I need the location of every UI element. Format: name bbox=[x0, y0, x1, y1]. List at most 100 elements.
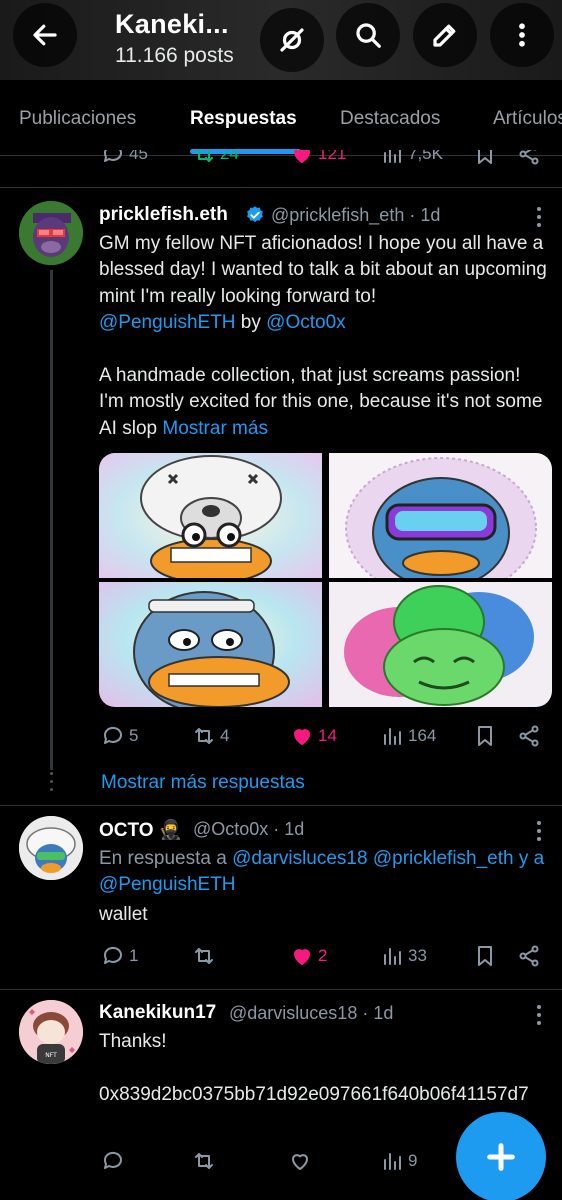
heart-outline-icon bbox=[292, 1154, 308, 1170]
like-button[interactable]: 121 bbox=[290, 150, 346, 166]
tweet-text: wallet bbox=[99, 904, 148, 925]
author-name[interactable]: OCTO 🥷 bbox=[99, 818, 183, 842]
reply-context-text: y a bbox=[513, 848, 545, 869]
avatar[interactable] bbox=[19, 816, 83, 880]
show-more-link[interactable]: Mostrar más bbox=[162, 418, 268, 439]
tweet-more-button[interactable] bbox=[535, 821, 543, 841]
tweet-more-button[interactable] bbox=[535, 207, 543, 227]
repost-button[interactable] bbox=[192, 944, 216, 968]
author-handle[interactable]: @pricklefish_eth · 1d bbox=[271, 205, 440, 226]
tweet-text-part: by bbox=[235, 311, 267, 333]
compose-button[interactable] bbox=[456, 1112, 546, 1200]
avatar-penguin-image bbox=[19, 816, 83, 880]
like-count: 14 bbox=[318, 726, 337, 745]
reply-count: 1 bbox=[129, 946, 139, 965]
search-button[interactable] bbox=[336, 3, 400, 67]
share-icon bbox=[519, 945, 539, 967]
heart-icon bbox=[294, 949, 310, 965]
like-button[interactable]: 2 bbox=[290, 944, 327, 968]
reply-context: En respuesta a @darvisluces18 @pricklefi… bbox=[99, 846, 549, 899]
mention-link[interactable]: @darvisluces18 bbox=[232, 848, 367, 869]
more-vertical-icon bbox=[519, 23, 525, 47]
repost-icon bbox=[195, 1153, 213, 1169]
like-count: 121 bbox=[318, 150, 347, 163]
reply-button[interactable] bbox=[101, 1149, 125, 1173]
tweet-text-2: A handmade collection, that just screams… bbox=[99, 363, 549, 442]
edit-button[interactable] bbox=[413, 3, 477, 67]
reply-button[interactable]: 45 bbox=[101, 150, 148, 166]
author-handle[interactable]: @Octo0x · 1d bbox=[193, 819, 304, 840]
like-button[interactable] bbox=[288, 1149, 312, 1173]
more-button[interactable] bbox=[490, 3, 554, 67]
views-button[interactable]: 164 bbox=[380, 724, 436, 748]
media-image[interactable] bbox=[329, 582, 552, 707]
mention-link[interactable]: @PenguishETH bbox=[99, 312, 236, 333]
post-count: 11.166 posts bbox=[115, 44, 234, 67]
views-count: 9 bbox=[408, 1151, 418, 1170]
author-handle[interactable]: @darvisluces18 · 1d bbox=[229, 1003, 393, 1024]
media-image[interactable] bbox=[99, 453, 322, 578]
mention-link[interactable]: @Octo0x bbox=[266, 312, 345, 333]
tab-articulos[interactable]: Artículos bbox=[493, 108, 562, 130]
tweet-more-button[interactable] bbox=[535, 1005, 543, 1025]
reply-count: 5 bbox=[129, 726, 139, 745]
media-image[interactable] bbox=[329, 453, 552, 578]
like-button[interactable]: 14 bbox=[290, 724, 337, 748]
share-button[interactable] bbox=[517, 724, 541, 748]
mention-link[interactable]: @pricklefish_eth bbox=[373, 848, 514, 869]
views-button[interactable]: 9 bbox=[380, 1149, 417, 1173]
ninja-emoji: 🥷 bbox=[158, 820, 183, 841]
bookmark-button[interactable] bbox=[473, 944, 497, 968]
reply-button[interactable]: 5 bbox=[101, 724, 138, 748]
media-image[interactable] bbox=[99, 582, 322, 707]
avatar[interactable]: NFT bbox=[19, 1000, 83, 1064]
views-button[interactable]: 7,5K bbox=[380, 150, 443, 166]
share-button[interactable] bbox=[517, 150, 541, 166]
mute-icon bbox=[280, 28, 304, 52]
prev-tweet-actions: 45 24 121 7,5K bbox=[0, 150, 562, 170]
author-name[interactable]: Kanekikun17 bbox=[99, 1002, 216, 1024]
repost-button[interactable]: 24 bbox=[192, 150, 239, 166]
repost-button[interactable]: 4 bbox=[192, 724, 229, 748]
divider bbox=[0, 805, 562, 806]
tab-destacados[interactable]: Destacados bbox=[340, 108, 440, 130]
tweet-text: Thanks! bbox=[99, 1031, 167, 1052]
plus-icon bbox=[487, 1143, 515, 1171]
divider bbox=[0, 989, 562, 990]
thread-dots bbox=[49, 772, 53, 802]
views-icon bbox=[384, 948, 401, 965]
repost-count: 24 bbox=[220, 150, 239, 163]
repost-button[interactable] bbox=[192, 1149, 216, 1173]
bookmark-button[interactable] bbox=[473, 724, 497, 748]
mention-link[interactable]: @PenguishETH bbox=[99, 874, 236, 895]
reply-icon bbox=[103, 150, 122, 162]
bookmark-icon bbox=[478, 946, 492, 966]
verified-badge-icon bbox=[247, 206, 263, 223]
share-icon bbox=[519, 150, 539, 165]
tweet-actions: 1 2 33 bbox=[0, 944, 562, 974]
wallet-address-text: 0x839d2bc0375bb71d92e097661f640b06f41157… bbox=[99, 1084, 529, 1105]
share-button[interactable] bbox=[517, 944, 541, 968]
reply-context-text: En respuesta a bbox=[99, 848, 233, 869]
views-icon bbox=[384, 150, 401, 163]
media-grid[interactable] bbox=[99, 453, 552, 707]
avatar[interactable] bbox=[19, 201, 83, 265]
reply-button[interactable]: 1 bbox=[101, 944, 138, 968]
author-name[interactable]: pricklefish.eth bbox=[99, 204, 228, 226]
views-count: 33 bbox=[408, 946, 427, 965]
repost-icon bbox=[195, 948, 213, 964]
bookmark-icon bbox=[478, 726, 492, 746]
tab-respuestas[interactable]: Respuestas bbox=[190, 108, 297, 130]
reply-icon bbox=[103, 946, 122, 964]
tab-publicaciones[interactable]: Publicaciones bbox=[19, 108, 136, 130]
back-arrow-icon bbox=[33, 24, 57, 46]
views-button[interactable]: 33 bbox=[380, 944, 427, 968]
penguin-bear-hat-image bbox=[99, 453, 322, 578]
back-button[interactable] bbox=[13, 3, 77, 67]
svg-text:NFT: NFT bbox=[45, 1052, 57, 1059]
bookmark-button[interactable] bbox=[473, 150, 497, 166]
edit-icon bbox=[433, 24, 456, 47]
search-icon bbox=[356, 23, 381, 48]
mute-button[interactable] bbox=[260, 8, 324, 72]
show-more-replies-link[interactable]: Mostrar más respuestas bbox=[101, 772, 305, 794]
